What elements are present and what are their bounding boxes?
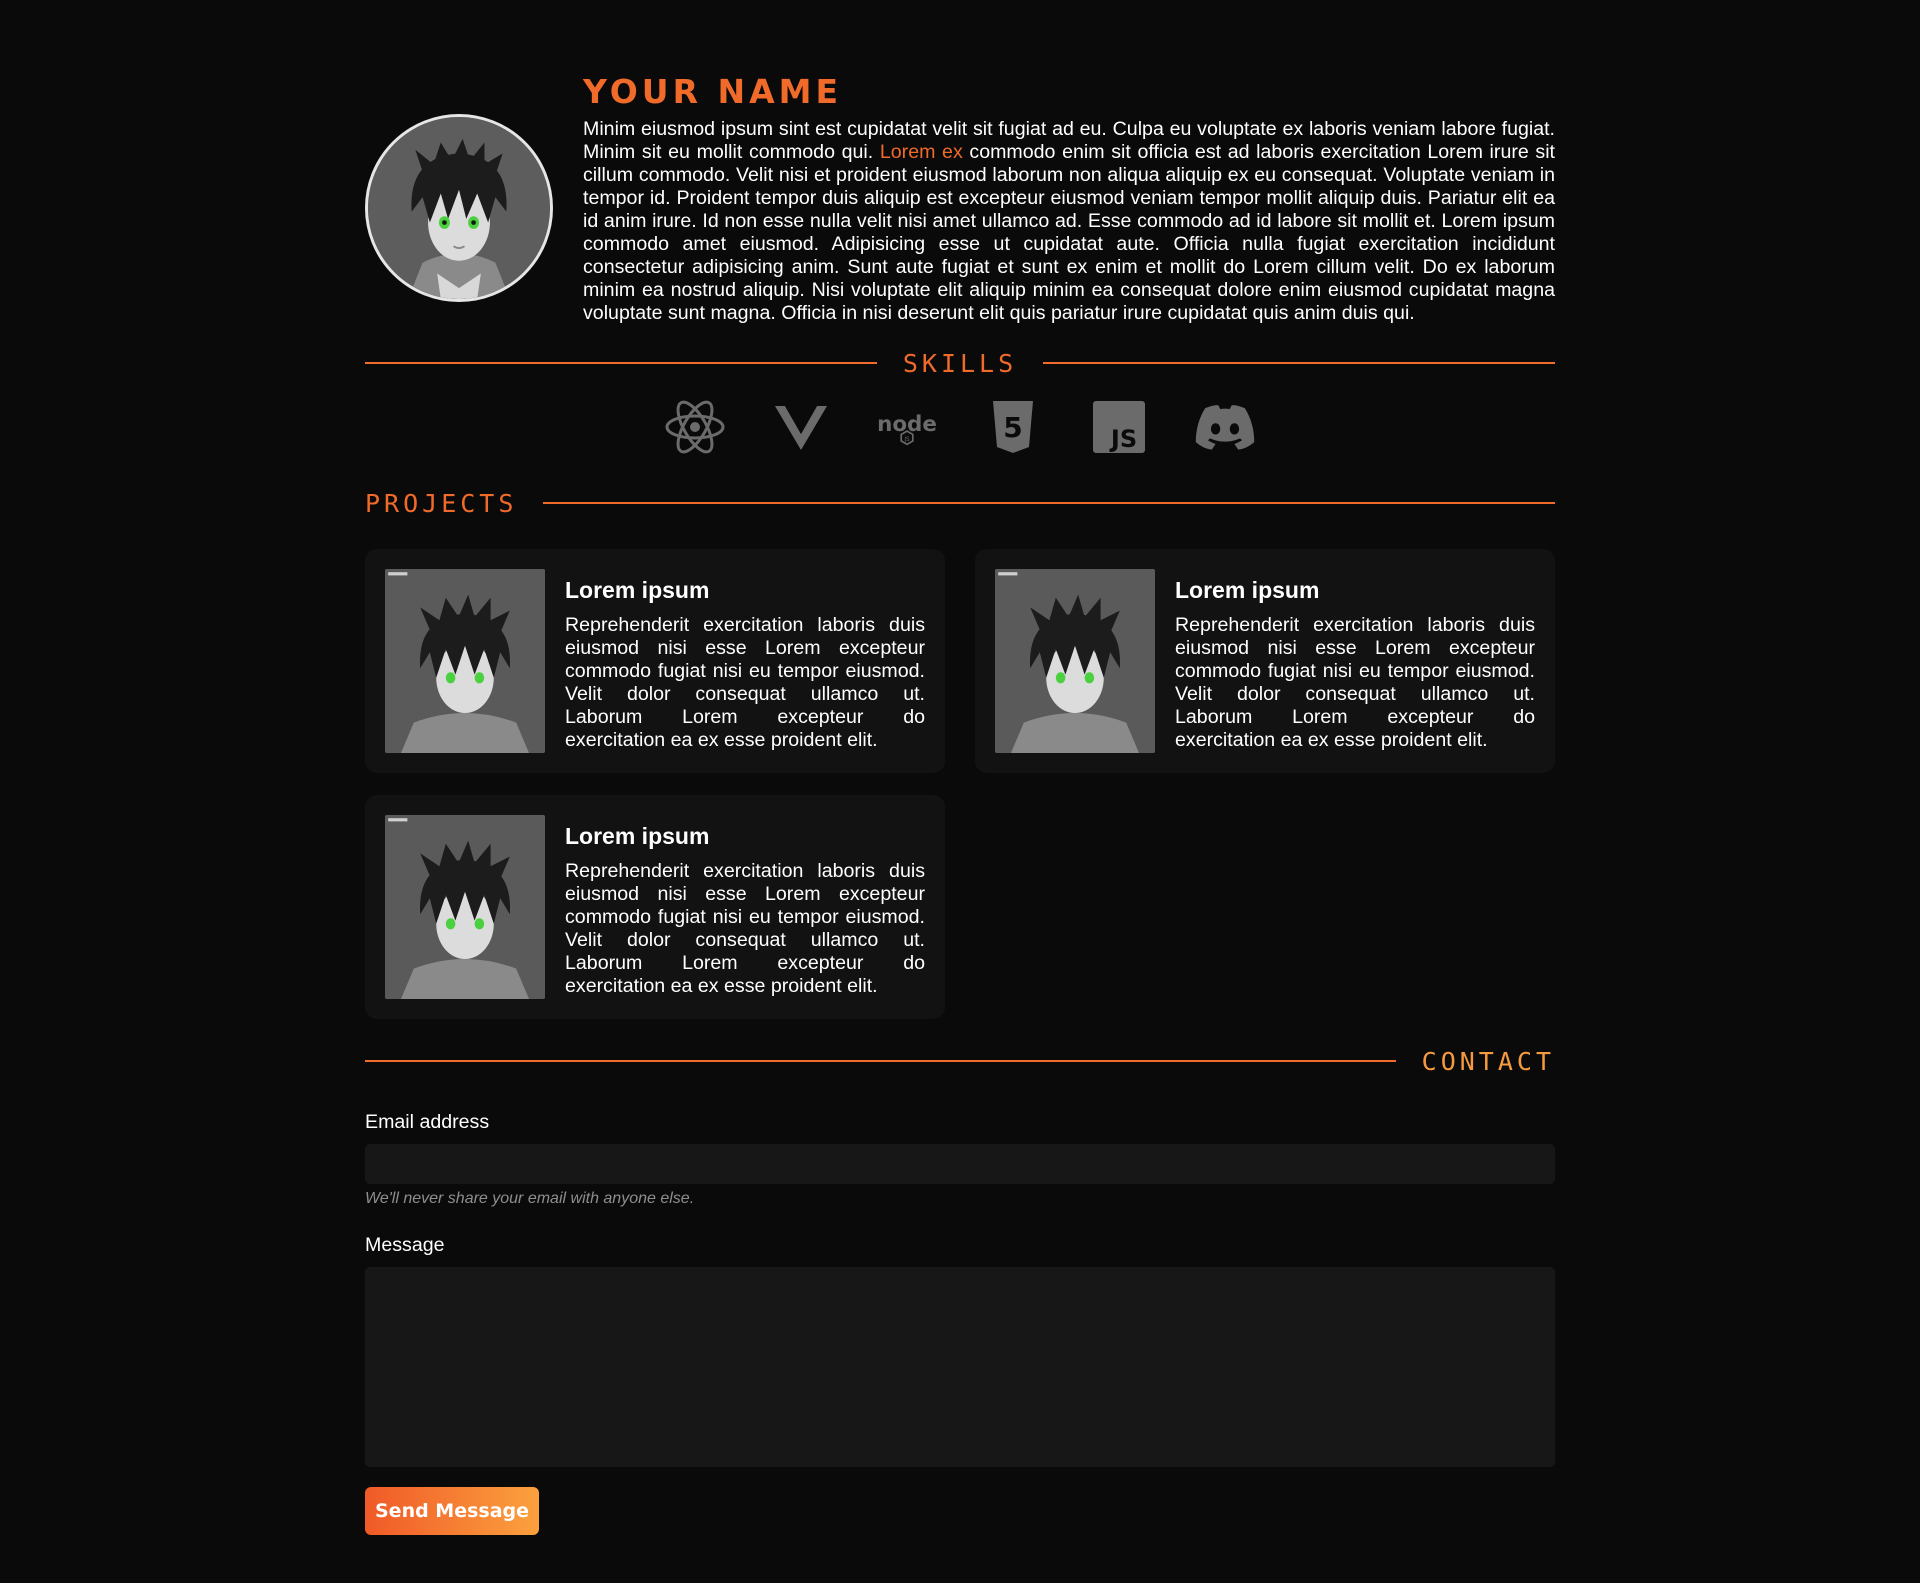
project-description: Reprehenderit exercitation laboris duis … bbox=[565, 614, 925, 751]
divider-line bbox=[543, 502, 1555, 504]
project-title: Lorem ipsum bbox=[1175, 577, 1320, 603]
svg-text:JS: JS bbox=[1109, 425, 1137, 453]
projects-grid: Lorem ipsum Reprehenderit exercitation l… bbox=[365, 549, 1555, 1019]
message-label: Message bbox=[365, 1234, 445, 1256]
react-icon bbox=[662, 399, 728, 455]
bio-text-end: commodo enim sit officia est ad laboris … bbox=[583, 141, 1556, 324]
hero-text: YOUR NAME Minim eiusmod ipsum sint est c… bbox=[583, 72, 1555, 325]
project-card[interactable]: Lorem ipsum Reprehenderit exercitation l… bbox=[365, 795, 945, 1019]
project-card[interactable]: Lorem ipsum Reprehenderit exercitation l… bbox=[365, 549, 945, 773]
project-body: Lorem ipsum Reprehenderit exercitation l… bbox=[565, 569, 925, 753]
svg-text:5: 5 bbox=[1003, 411, 1022, 444]
nodejs-icon: node JS bbox=[874, 399, 940, 455]
project-title: Lorem ipsum bbox=[565, 577, 710, 603]
project-thumbnail bbox=[995, 569, 1155, 753]
project-body: Lorem ipsum Reprehenderit exercitation l… bbox=[565, 815, 925, 999]
bio-highlight-link[interactable]: Lorem ex bbox=[880, 141, 963, 163]
svg-text:node: node bbox=[877, 412, 937, 437]
projects-heading: PROJECTS bbox=[365, 483, 1555, 523]
message-field[interactable] bbox=[365, 1267, 1555, 1467]
svg-text:JS: JS bbox=[903, 437, 910, 443]
project-body: Lorem ipsum Reprehenderit exercitation l… bbox=[1175, 569, 1535, 753]
profile-name: YOUR NAME bbox=[583, 72, 843, 111]
skills-icons: node JS 5 JS bbox=[365, 397, 1555, 457]
project-description: Reprehenderit exercitation laboris duis … bbox=[565, 860, 925, 997]
skills-title: SKILLS bbox=[902, 348, 1018, 378]
email-field[interactable] bbox=[365, 1144, 1555, 1184]
skills-heading: SKILLS bbox=[365, 343, 1555, 383]
project-thumbnail bbox=[385, 569, 545, 753]
html5-icon: 5 bbox=[980, 399, 1046, 455]
hero-section: YOUR NAME Minim eiusmod ipsum sint est c… bbox=[365, 72, 1555, 325]
contact-title: CONTACT bbox=[1421, 1046, 1555, 1076]
divider-line bbox=[365, 362, 877, 364]
contact-form: Email address We'll never share your ema… bbox=[365, 1111, 1555, 1535]
email-help-text: We'll never share your email with anyone… bbox=[365, 1190, 695, 1207]
avatar bbox=[365, 114, 553, 302]
project-description: Reprehenderit exercitation laboris duis … bbox=[1175, 614, 1535, 751]
vue-icon bbox=[768, 399, 834, 455]
portfolio-page: YOUR NAME Minim eiusmod ipsum sint est c… bbox=[365, 0, 1555, 1535]
project-thumbnail bbox=[385, 815, 545, 999]
project-card[interactable]: Lorem ipsum Reprehenderit exercitation l… bbox=[975, 549, 1555, 773]
divider-line bbox=[1043, 362, 1555, 364]
projects-title: PROJECTS bbox=[365, 488, 518, 518]
email-label: Email address bbox=[365, 1111, 490, 1133]
contact-heading: CONTACT bbox=[365, 1041, 1555, 1081]
javascript-icon: JS bbox=[1086, 399, 1152, 455]
send-message-button[interactable]: Send Message bbox=[365, 1487, 540, 1535]
avatar-container bbox=[365, 114, 553, 302]
profile-bio: Minim eiusmod ipsum sint est cupidatat v… bbox=[583, 118, 1555, 325]
project-title: Lorem ipsum bbox=[565, 823, 710, 849]
discord-icon bbox=[1192, 399, 1258, 455]
avatar-image bbox=[368, 117, 550, 299]
divider-line bbox=[365, 1060, 1396, 1062]
